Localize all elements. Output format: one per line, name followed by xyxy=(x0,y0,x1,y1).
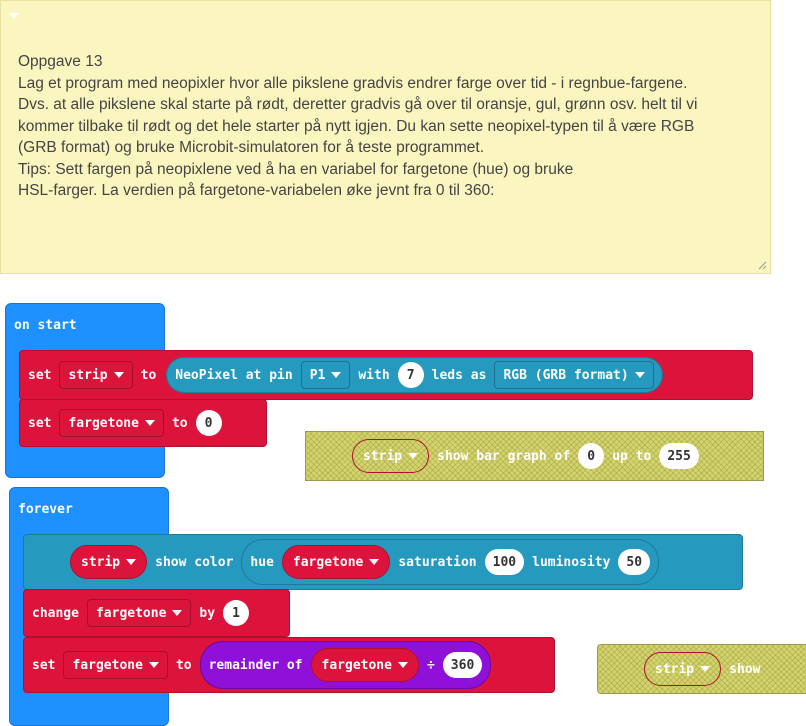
caret-down-icon xyxy=(172,610,183,616)
leds-as-label: leds as xyxy=(431,367,487,383)
reporter-label: fargetone xyxy=(292,554,364,570)
by-keyword: by xyxy=(199,605,216,621)
set-keyword: set xyxy=(28,415,52,431)
value-input[interactable]: 1 xyxy=(223,600,250,626)
pin-value: P1 xyxy=(309,367,326,383)
divisor-input[interactable]: 360 xyxy=(442,652,483,678)
comment-line: Tips: Sett fargen på neopixlene ved å ha… xyxy=(18,160,574,178)
caret-down-icon xyxy=(634,372,645,378)
comment-line: kommer tilbake til rødt og det hele star… xyxy=(18,117,695,135)
set-strip-block[interactable]: set strip to NeoPixel at pin P1 with 7 l… xyxy=(19,350,753,400)
set-fargetone-remainder-block[interactable]: set fargetone to remainder of fargetone … xyxy=(23,637,555,693)
variable-dropdown-fargetone[interactable]: fargetone xyxy=(59,409,164,437)
caret-down-icon xyxy=(148,662,159,668)
show-bar-graph-label: show bar graph of xyxy=(437,448,571,464)
dropdown-label: fargetone xyxy=(95,605,167,621)
caret-down-icon xyxy=(113,372,124,378)
reporter-label: strip xyxy=(655,661,695,677)
comment-text[interactable]: Oppgave 13 Lag et program med neopixler … xyxy=(18,51,763,202)
pin-dropdown[interactable]: P1 xyxy=(300,361,351,389)
saturation-input[interactable]: 100 xyxy=(484,549,525,575)
divide-operator: ÷ xyxy=(426,657,435,673)
variable-dropdown-fargetone[interactable]: fargetone xyxy=(86,599,192,627)
set-keyword: set xyxy=(28,367,52,383)
strip-show-block-disabled[interactable]: strip show xyxy=(597,644,806,694)
resize-handle-icon[interactable] xyxy=(757,260,767,270)
comment-line: Dvs. at alle pikslene skal starte på rød… xyxy=(18,96,698,113)
mode-dropdown[interactable]: RGB (GRB format) xyxy=(494,361,654,389)
show-label: show xyxy=(729,661,761,677)
change-keyword: change xyxy=(32,605,79,621)
dropdown-label: strip xyxy=(68,367,108,383)
value-input[interactable]: 0 xyxy=(578,443,605,469)
variable-reporter-fargetone[interactable]: fargetone xyxy=(310,648,419,682)
show-color-block[interactable]: strip show color hue fargetone saturatio… xyxy=(23,534,743,590)
show-bar-graph-block-disabled[interactable]: strip show bar graph of 0 up to 255 xyxy=(305,431,764,481)
variable-dropdown-strip[interactable]: strip xyxy=(59,361,133,389)
caret-down-icon xyxy=(126,559,137,565)
reporter-label: fargetone xyxy=(321,657,392,673)
leds-count-input[interactable]: 7 xyxy=(397,362,424,388)
set-fargetone-block[interactable]: set fargetone to 0 xyxy=(19,399,267,447)
caret-down-icon xyxy=(144,420,155,426)
change-fargetone-block[interactable]: change fargetone by 1 xyxy=(23,589,290,637)
dropdown-label: fargetone xyxy=(68,415,139,431)
max-input[interactable]: 255 xyxy=(659,443,699,469)
reporter-label: strip xyxy=(81,554,121,570)
caret-down-icon xyxy=(369,559,380,565)
value-input[interactable]: 0 xyxy=(195,410,222,436)
to-keyword: to xyxy=(175,657,192,673)
hue-label: hue xyxy=(250,554,274,570)
neopixel-create-block[interactable]: NeoPixel at pin P1 with 7 leds as RGB (G… xyxy=(166,357,663,393)
neopixel-at-pin-label: NeoPixel at pin xyxy=(175,367,293,383)
caret-down-icon xyxy=(397,662,408,668)
comment-box[interactable]: Oppgave 13 Lag et program med neopixler … xyxy=(0,0,771,274)
to-keyword: to xyxy=(171,415,188,431)
to-keyword: to xyxy=(140,367,157,383)
saturation-label: saturation xyxy=(398,554,477,570)
hsl-color-block[interactable]: hue fargetone saturation 100 luminosity … xyxy=(241,539,660,585)
caret-down-icon xyxy=(700,666,711,672)
on-start-label: on start xyxy=(14,318,77,333)
caret-down-icon xyxy=(331,372,342,378)
comment-line: HSL-farger. La verdien på fargetone-vari… xyxy=(18,182,495,199)
show-color-label: show color xyxy=(155,554,234,570)
variable-reporter-fargetone[interactable]: fargetone xyxy=(281,545,391,579)
remainder-block[interactable]: remainder of fargetone ÷ 360 xyxy=(199,641,492,689)
variable-reporter-strip[interactable]: strip xyxy=(352,439,430,473)
variable-dropdown-fargetone[interactable]: fargetone xyxy=(63,651,168,679)
luminosity-label: luminosity xyxy=(532,554,611,570)
variable-reporter-strip[interactable]: strip xyxy=(70,545,148,579)
remainder-label: remainder of xyxy=(208,657,303,673)
set-keyword: set xyxy=(32,657,56,673)
collapse-arrow-icon[interactable] xyxy=(9,13,19,19)
up-to-label: up to xyxy=(612,448,652,464)
with-label: with xyxy=(358,367,390,383)
luminosity-input[interactable]: 50 xyxy=(618,549,651,575)
comment-line: Lag et program med neopixler hvor alle p… xyxy=(18,74,688,92)
comment-line: Oppgave 13 xyxy=(18,53,103,70)
variable-reporter-strip[interactable]: strip xyxy=(644,652,722,686)
forever-label: forever xyxy=(18,502,73,517)
caret-down-icon xyxy=(408,453,419,459)
dropdown-label: fargetone xyxy=(72,657,143,673)
mode-value: RGB (GRB format) xyxy=(503,367,629,383)
comment-line: (GRB format) og bruke Microbit-simulator… xyxy=(18,139,485,156)
reporter-label: strip xyxy=(363,448,403,464)
